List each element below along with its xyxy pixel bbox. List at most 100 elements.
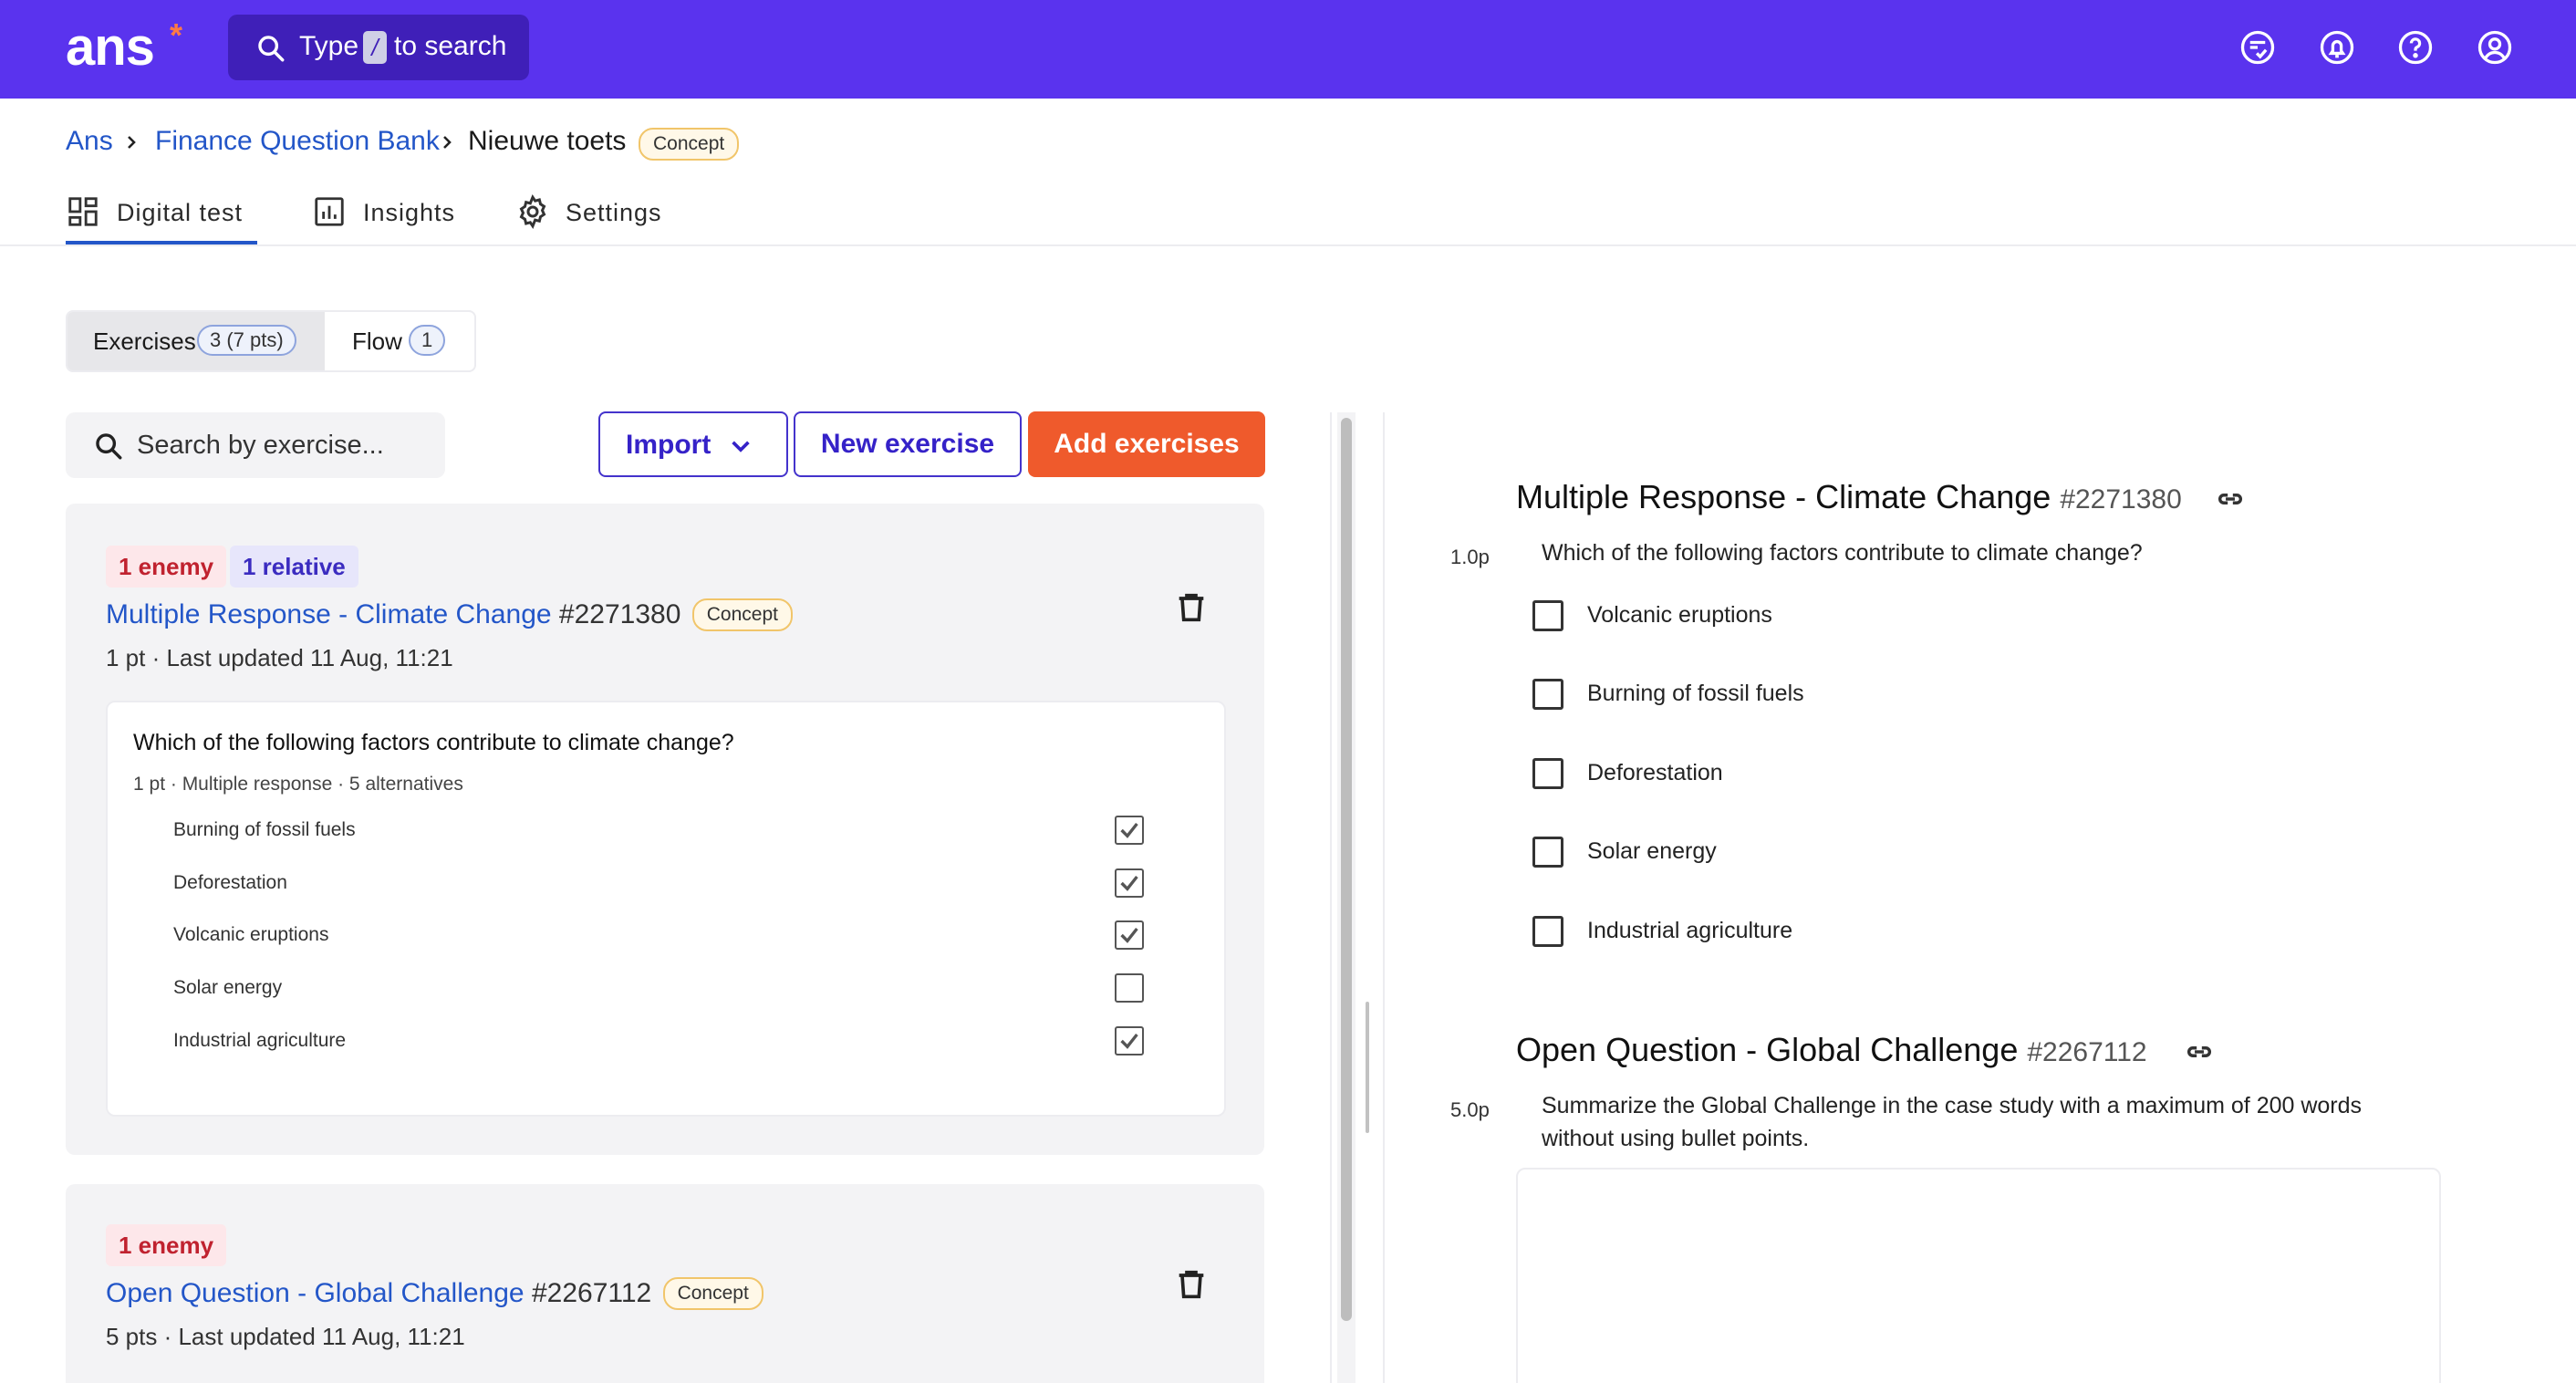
exercise-search [66, 412, 445, 478]
search-shortcut-key: / [363, 31, 387, 64]
checked-box-icon [1115, 868, 1144, 898]
chevron-down-icon [728, 433, 753, 466]
points-label: 1.0p [1450, 546, 1490, 568]
new-exercise-button[interactable]: New exercise [794, 411, 1022, 477]
gear-icon [514, 193, 551, 236]
question-meta: 1 pt · Multiple response · 5 alternative… [133, 774, 463, 795]
checkbox[interactable] [1532, 837, 1563, 868]
preview-question-line: Summarize the Global Challenge in the ca… [1542, 1093, 2363, 1118]
link-icon[interactable] [2184, 1036, 2215, 1067]
help-icon[interactable] [2395, 27, 2436, 68]
checked-box-icon [1115, 1026, 1144, 1055]
exercise-card[interactable]: 1 enemy Open Question - Global Challenge… [66, 1184, 1264, 1383]
preview-title: Open Question - Global Challenge #226711… [1516, 1031, 2147, 1069]
search-input[interactable] [137, 425, 429, 465]
exercise-meta: 1 pt · Last updated 11 Aug, 11:21 [106, 644, 453, 671]
top-bar: ans * Type / to search [0, 0, 2576, 99]
tab-digital-test[interactable]: Digital test [66, 192, 257, 244]
page-title: Nieuwe toets [468, 126, 627, 156]
count-badge: 3 (7 pts) [197, 325, 296, 356]
segment-exercises[interactable]: Exercises 3 (7 pts) [68, 312, 325, 370]
search-icon [255, 33, 286, 71]
breadcrumb-ans[interactable]: Ans [66, 126, 113, 157]
global-search[interactable]: Type / to search [228, 15, 529, 80]
alternative-label: Volcanic eruptions [173, 924, 329, 945]
status-badge: Concept [662, 1277, 763, 1310]
tab-label: Digital test [117, 199, 244, 226]
exercise-title-link[interactable]: Multiple Response - Climate Change [106, 599, 552, 629]
exercise-number: #2267112 [531, 1278, 652, 1308]
preview-question-line: without using bullet points. [1542, 1126, 1810, 1151]
exercise-title: Multiple Response - Climate Change #2271… [106, 598, 793, 631]
view-switcher: Exercises 3 (7 pts) Flow 1 [66, 310, 476, 372]
relative-tag: 1 relative [230, 546, 358, 588]
status-badge: Concept [691, 598, 793, 631]
alternative-label: Industrial agriculture [173, 1030, 347, 1051]
checkbox[interactable] [1532, 600, 1563, 631]
page-header: Ans Finance Question Bank Nieuwe toets C… [0, 99, 2576, 246]
preview-title: Multiple Response - Climate Change #2271… [1516, 478, 2182, 516]
account-icon[interactable] [2475, 27, 2515, 68]
checkbox[interactable] [1532, 679, 1563, 710]
preview-number: #2267112 [2027, 1037, 2147, 1067]
tab-insights[interactable]: Insights [312, 192, 467, 244]
checked-box-icon [1115, 920, 1144, 950]
logo-mark: * [170, 16, 183, 54]
trash-icon[interactable] [1173, 1264, 1210, 1305]
trash-icon[interactable] [1173, 588, 1210, 628]
preview-number: #2271380 [2060, 484, 2182, 515]
segment-label: Flow [352, 328, 402, 355]
option-label: Volcanic eruptions [1587, 602, 1772, 628]
add-exercises-button[interactable]: Add exercises [1028, 411, 1265, 477]
question-text: Which of the following factors contribut… [133, 730, 734, 755]
tab-settings[interactable]: Settings [514, 192, 679, 244]
import-label: Import [626, 430, 712, 460]
enemy-tag: 1 enemy [106, 1224, 227, 1266]
ans-logo[interactable]: ans [66, 16, 155, 78]
dashboard-icon [66, 193, 100, 236]
tab-label: Settings [566, 199, 662, 226]
bar-chart-icon [312, 193, 347, 236]
count-badge: 1 [409, 325, 446, 356]
option-label: Burning of fossil fuels [1587, 681, 1804, 706]
search-icon [93, 431, 124, 466]
exercise-title: Open Question - Global Challenge #226711… [106, 1277, 763, 1310]
breadcrumb-question-bank[interactable]: Finance Question Bank [155, 126, 440, 157]
preview-title-text: Open Question - Global Challenge [1516, 1031, 2019, 1068]
option-label: Solar energy [1587, 838, 1717, 864]
alternative-label: Burning of fossil fuels [173, 819, 356, 840]
bell-icon[interactable] [2317, 27, 2357, 68]
exercise-number: #2271380 [558, 599, 681, 629]
points-label: 5.0p [1450, 1098, 1490, 1121]
link-icon[interactable] [2215, 484, 2246, 515]
option-label: Industrial agriculture [1587, 918, 1793, 943]
option-label: Deforestation [1587, 760, 1723, 785]
search-prefix: Type [299, 31, 359, 61]
segment-flow[interactable]: Flow 1 [325, 312, 474, 370]
segment-label: Exercises [93, 328, 196, 355]
tag-group: 1 enemy 1 relative [106, 546, 379, 588]
search-suffix: to search [394, 31, 507, 61]
preview-question: Which of the following factors contribut… [1542, 540, 2143, 566]
question-preview: Which of the following factors contribut… [106, 701, 1226, 1117]
enemy-tag: 1 enemy [106, 546, 227, 588]
import-button[interactable]: Import [598, 411, 788, 477]
exercise-meta: 5 pts · Last updated 11 Aug, 11:21 [106, 1323, 465, 1350]
alternative-label: Solar energy [173, 977, 283, 998]
list-scrollbar[interactable] [1337, 412, 1356, 1383]
checkbox[interactable] [1532, 758, 1563, 789]
unchecked-box-icon [1115, 973, 1144, 1003]
preview-title-text: Multiple Response - Climate Change [1516, 478, 2051, 515]
status-badge: Concept [639, 128, 740, 161]
review-icon[interactable] [2238, 27, 2278, 68]
chevron-right-icon [122, 133, 140, 151]
checkbox[interactable] [1532, 916, 1563, 947]
checked-box-icon [1115, 816, 1144, 845]
answer-textarea[interactable] [1516, 1168, 2441, 1383]
exercise-card[interactable]: 1 enemy 1 relative Multiple Response - C… [66, 504, 1264, 1155]
exercise-title-link[interactable]: Open Question - Global Challenge [106, 1278, 525, 1308]
scrollbar-thumb[interactable] [1341, 418, 1352, 1321]
alternative-label: Deforestation [173, 872, 287, 893]
chevron-right-icon [438, 133, 456, 151]
resize-handle[interactable] [1366, 1002, 1369, 1133]
